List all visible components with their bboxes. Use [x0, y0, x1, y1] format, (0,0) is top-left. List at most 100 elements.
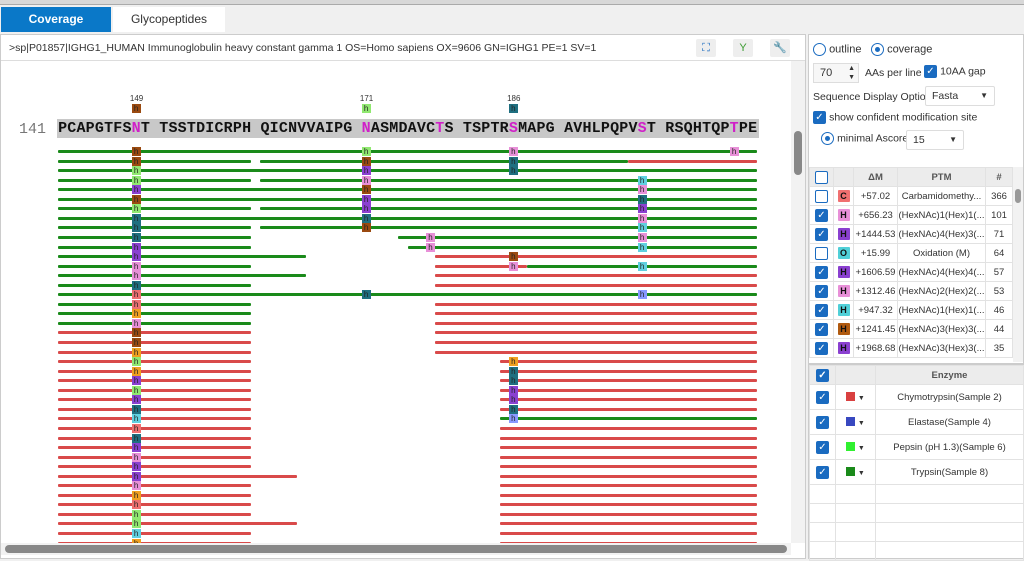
enzyme-row[interactable]: ✓ ▼ Pepsin (pH 1.3)(Sample 6) — [809, 434, 1024, 460]
peptide-bar[interactable] — [499, 398, 758, 402]
peptide-bar[interactable] — [58, 474, 298, 478]
peptide-bar[interactable] — [58, 484, 252, 488]
peptide-bar[interactable] — [58, 226, 252, 230]
ptm-checkbox[interactable]: ✓ — [809, 300, 834, 320]
ptm-row[interactable]: ✓ H +1968.68 (HexNAc)3(Hex)3(... 35 — [809, 338, 1013, 358]
ptm-header[interactable]: PTM — [897, 167, 986, 187]
vertical-scroll-thumb[interactable] — [794, 131, 802, 175]
peptide-bar[interactable] — [499, 446, 758, 450]
ptm-row[interactable]: ✓ H +1312.46 (HexNAc)2(Hex)2(... 53 — [809, 281, 1013, 301]
peptide-bar[interactable] — [58, 178, 252, 182]
enzyme-checkbox[interactable]: ✓ — [809, 384, 836, 410]
enzyme-color-picker[interactable]: ▼ — [835, 409, 876, 435]
ptm-checkbox[interactable]: ✓ — [809, 319, 834, 339]
ptm-checkbox[interactable]: ✓ — [809, 338, 834, 358]
ptm-checkbox[interactable] — [809, 243, 834, 263]
enzyme-row[interactable]: ✓ ▼ Chymotrypsin(Sample 2) — [809, 384, 1024, 410]
peptide-bar[interactable] — [58, 264, 252, 268]
enzyme-color-picker[interactable]: ▼ — [835, 384, 876, 410]
select-all-ptm-checkbox[interactable] — [809, 167, 834, 187]
enzyme-checkbox[interactable]: ✓ — [809, 434, 836, 460]
enzyme-checkbox[interactable]: ✓ — [809, 409, 836, 435]
peptide-bar[interactable] — [260, 178, 758, 182]
peptide-bar[interactable] — [58, 503, 252, 507]
expand-icon[interactable]: ⛶ — [696, 39, 716, 57]
ptm-row[interactable]: ✓ H +1444.53 (HexNAc)4(Hex)3(... 71 — [809, 224, 1013, 244]
peptide-bar[interactable] — [398, 235, 758, 239]
peptide-bar[interactable] — [435, 302, 758, 306]
confident-site-checkbox[interactable]: ✓ show confident modification site — [813, 111, 977, 124]
minimal-ascore-radio[interactable]: minimal Ascore — [821, 132, 908, 145]
peptide-bar[interactable] — [58, 446, 252, 450]
peptide-bar[interactable] — [58, 293, 758, 297]
peptide-bar[interactable] — [499, 360, 758, 364]
peptide-bar[interactable] — [435, 274, 758, 278]
peptide-bar[interactable] — [58, 331, 252, 335]
horizontal-scrollbar[interactable] — [1, 543, 791, 555]
select-all-enzyme-checkbox[interactable]: ✓ — [809, 365, 836, 385]
ptm-scrollbar[interactable] — [1013, 167, 1023, 362]
peptide-bar[interactable] — [58, 283, 252, 287]
peptide-bar[interactable] — [499, 388, 758, 392]
peptide-bar[interactable] — [58, 302, 252, 306]
coverage-radio[interactable]: coverage — [871, 43, 932, 56]
peptide-bar[interactable] — [58, 436, 252, 440]
peptide-bar[interactable] — [58, 455, 252, 459]
peptide-bar[interactable] — [628, 159, 758, 163]
peptide-bar[interactable] — [58, 360, 252, 364]
enzyme-color-picker[interactable]: ▼ — [835, 434, 876, 460]
peptide-bar[interactable] — [435, 312, 758, 316]
peptide-bar[interactable] — [58, 207, 252, 211]
ptm-checkbox[interactable]: ✓ — [809, 224, 834, 244]
peptide-bar[interactable] — [58, 407, 252, 411]
peptide-bar[interactable] — [58, 522, 298, 526]
peptide-bar[interactable] — [58, 255, 307, 259]
peptide-bar[interactable] — [499, 484, 758, 488]
peptide-bar[interactable] — [58, 312, 252, 316]
peptide-bar[interactable] — [499, 417, 758, 421]
vertical-scrollbar[interactable] — [791, 61, 805, 543]
peptide-bar[interactable] — [58, 245, 252, 249]
peptide-bar[interactable] — [260, 159, 629, 163]
peptide-bar[interactable] — [499, 474, 758, 478]
peptide-bar[interactable] — [435, 341, 758, 344]
peptide-bar[interactable] — [499, 503, 758, 507]
peptide-bar[interactable] — [58, 426, 252, 430]
ptm-row[interactable]: C +57.02 Carbamidomethy... 366 — [809, 186, 1013, 206]
peptide-bar[interactable] — [58, 350, 252, 354]
peptide-bar[interactable] — [58, 235, 252, 239]
peptide-bar[interactable] — [499, 532, 758, 535]
peptide-bar[interactable] — [260, 207, 758, 211]
ptm-row[interactable]: O +15.99 Oxidation (M) 64 — [809, 243, 1013, 263]
enzyme-checkbox[interactable]: ✓ — [809, 459, 836, 485]
delta-mass-header[interactable]: ΔM — [853, 167, 898, 187]
peptide-bar[interactable] — [58, 321, 252, 325]
peptide-bar[interactable] — [58, 150, 758, 153]
peptide-bar[interactable] — [435, 283, 758, 287]
wrench-icon[interactable]: 🔧 — [770, 39, 790, 57]
ptm-row[interactable]: ✓ H +1606.59 (HexNAc)4(Hex)4(... 57 — [809, 262, 1013, 282]
peptide-bar[interactable] — [499, 512, 758, 516]
peptide-bar[interactable] — [435, 331, 758, 335]
peptide-bar[interactable] — [58, 388, 252, 392]
peptide-bar[interactable] — [58, 465, 252, 469]
peptide-bar[interactable] — [58, 398, 252, 402]
enzyme-row[interactable]: ✓ ▼ Elastase(Sample 4) — [809, 409, 1024, 435]
count-header[interactable]: # — [985, 167, 1013, 187]
ptm-row[interactable]: ✓ H +656.23 (HexNAc)1(Hex)1(... 101 — [809, 205, 1013, 225]
peptide-bar[interactable] — [499, 455, 758, 459]
enzyme-header[interactable]: Enzyme — [875, 365, 1024, 385]
tab-glycopeptides[interactable]: Glycopeptides — [113, 7, 225, 32]
ascore-select[interactable]: 15 ▼ — [906, 130, 964, 150]
ptm-row[interactable]: ✓ H +1241.45 (HexNAc)3(Hex)3(... 44 — [809, 319, 1013, 339]
peptide-bar[interactable] — [58, 341, 252, 344]
peptide-bar[interactable] — [435, 350, 758, 354]
peptide-bar[interactable] — [58, 532, 252, 535]
peptide-bar[interactable] — [58, 369, 252, 373]
peptide-bar[interactable] — [58, 169, 758, 173]
ptm-checkbox[interactable] — [809, 186, 834, 206]
tab-coverage[interactable]: Coverage — [1, 7, 111, 32]
peptide-bar[interactable] — [499, 493, 758, 497]
enzyme-row[interactable]: ✓ ▼ Trypsin(Sample 8) — [809, 459, 1024, 485]
outline-radio[interactable]: outline — [813, 43, 861, 56]
